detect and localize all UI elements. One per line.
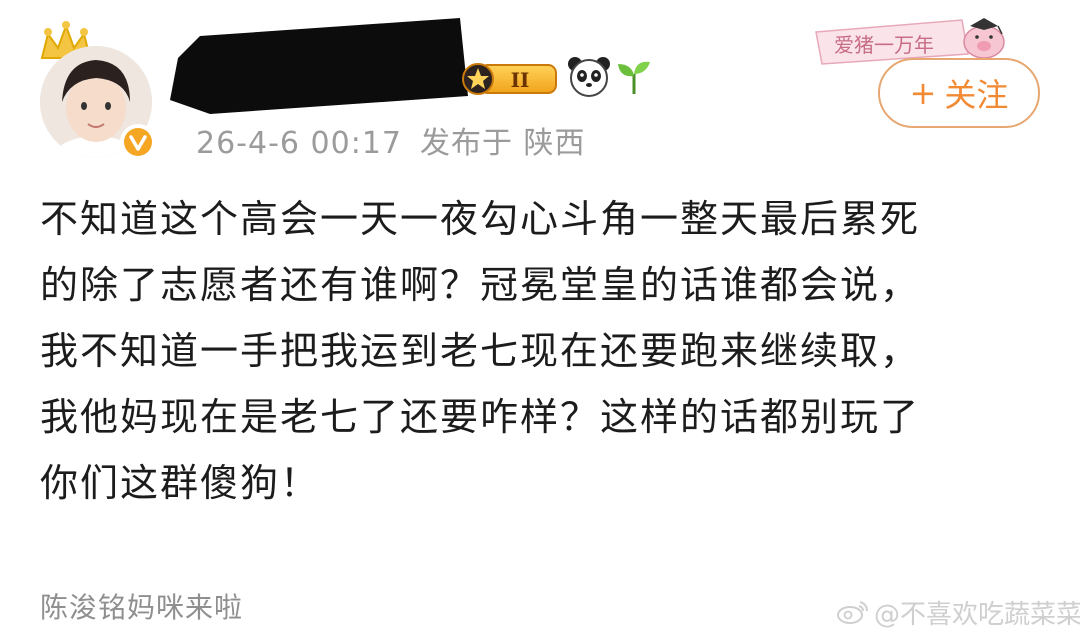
- post-source: 发布于 陕西: [420, 126, 586, 161]
- watermark-text: @不喜欢吃蔬菜菜: [874, 599, 1080, 630]
- post-meta: 26-4-6 00:17 发布于 陕西: [196, 118, 604, 162]
- post-body-line: 我他妈现在是老七了还要咋样？这样的话都别玩了: [40, 395, 921, 439]
- redacted-username: [170, 18, 468, 114]
- post-body-line: 你们这群傻狗！: [40, 461, 321, 505]
- level-badge-icon: II: [462, 63, 557, 95]
- post-body-line: 的除了志愿者还有谁啊？冠冕堂皇的话谁都会说，: [40, 263, 921, 307]
- verified-icon: [120, 124, 156, 160]
- watermark: @不喜欢吃蔬菜菜: [836, 594, 1080, 630]
- post-footer[interactable]: 陈浚铭妈咪来啦: [40, 586, 243, 626]
- follow-button[interactable]: + 关注: [878, 58, 1040, 128]
- post-time: 26-4-6 00:17: [196, 126, 402, 161]
- avatar-area[interactable]: [36, 20, 156, 160]
- post-card: II 26-4-6 00:17 发布于 陕西 爱猪一万年 + 关注 不知道这个高…: [0, 0, 1080, 642]
- decoration-text: 爱猪一万年: [834, 33, 934, 57]
- weibo-logo-icon: [837, 601, 868, 624]
- post-body-line: 不知道这个高会一天一夜勾心斗角一整天最后累死: [40, 197, 921, 241]
- svg-text:II: II: [511, 68, 530, 92]
- sprout-icon: [618, 61, 650, 94]
- post-body: 不知道这个高会一天一夜勾心斗角一整天最后累死 的除了志愿者还有谁啊？冠冕堂皇的话…: [40, 186, 1050, 516]
- post-body-line: 我不知道一手把我运到老七现在还要跑来继续取，: [40, 329, 921, 373]
- panda-icon: [568, 57, 610, 97]
- follow-label: 关注: [944, 76, 1009, 114]
- plus-icon: +: [909, 74, 937, 112]
